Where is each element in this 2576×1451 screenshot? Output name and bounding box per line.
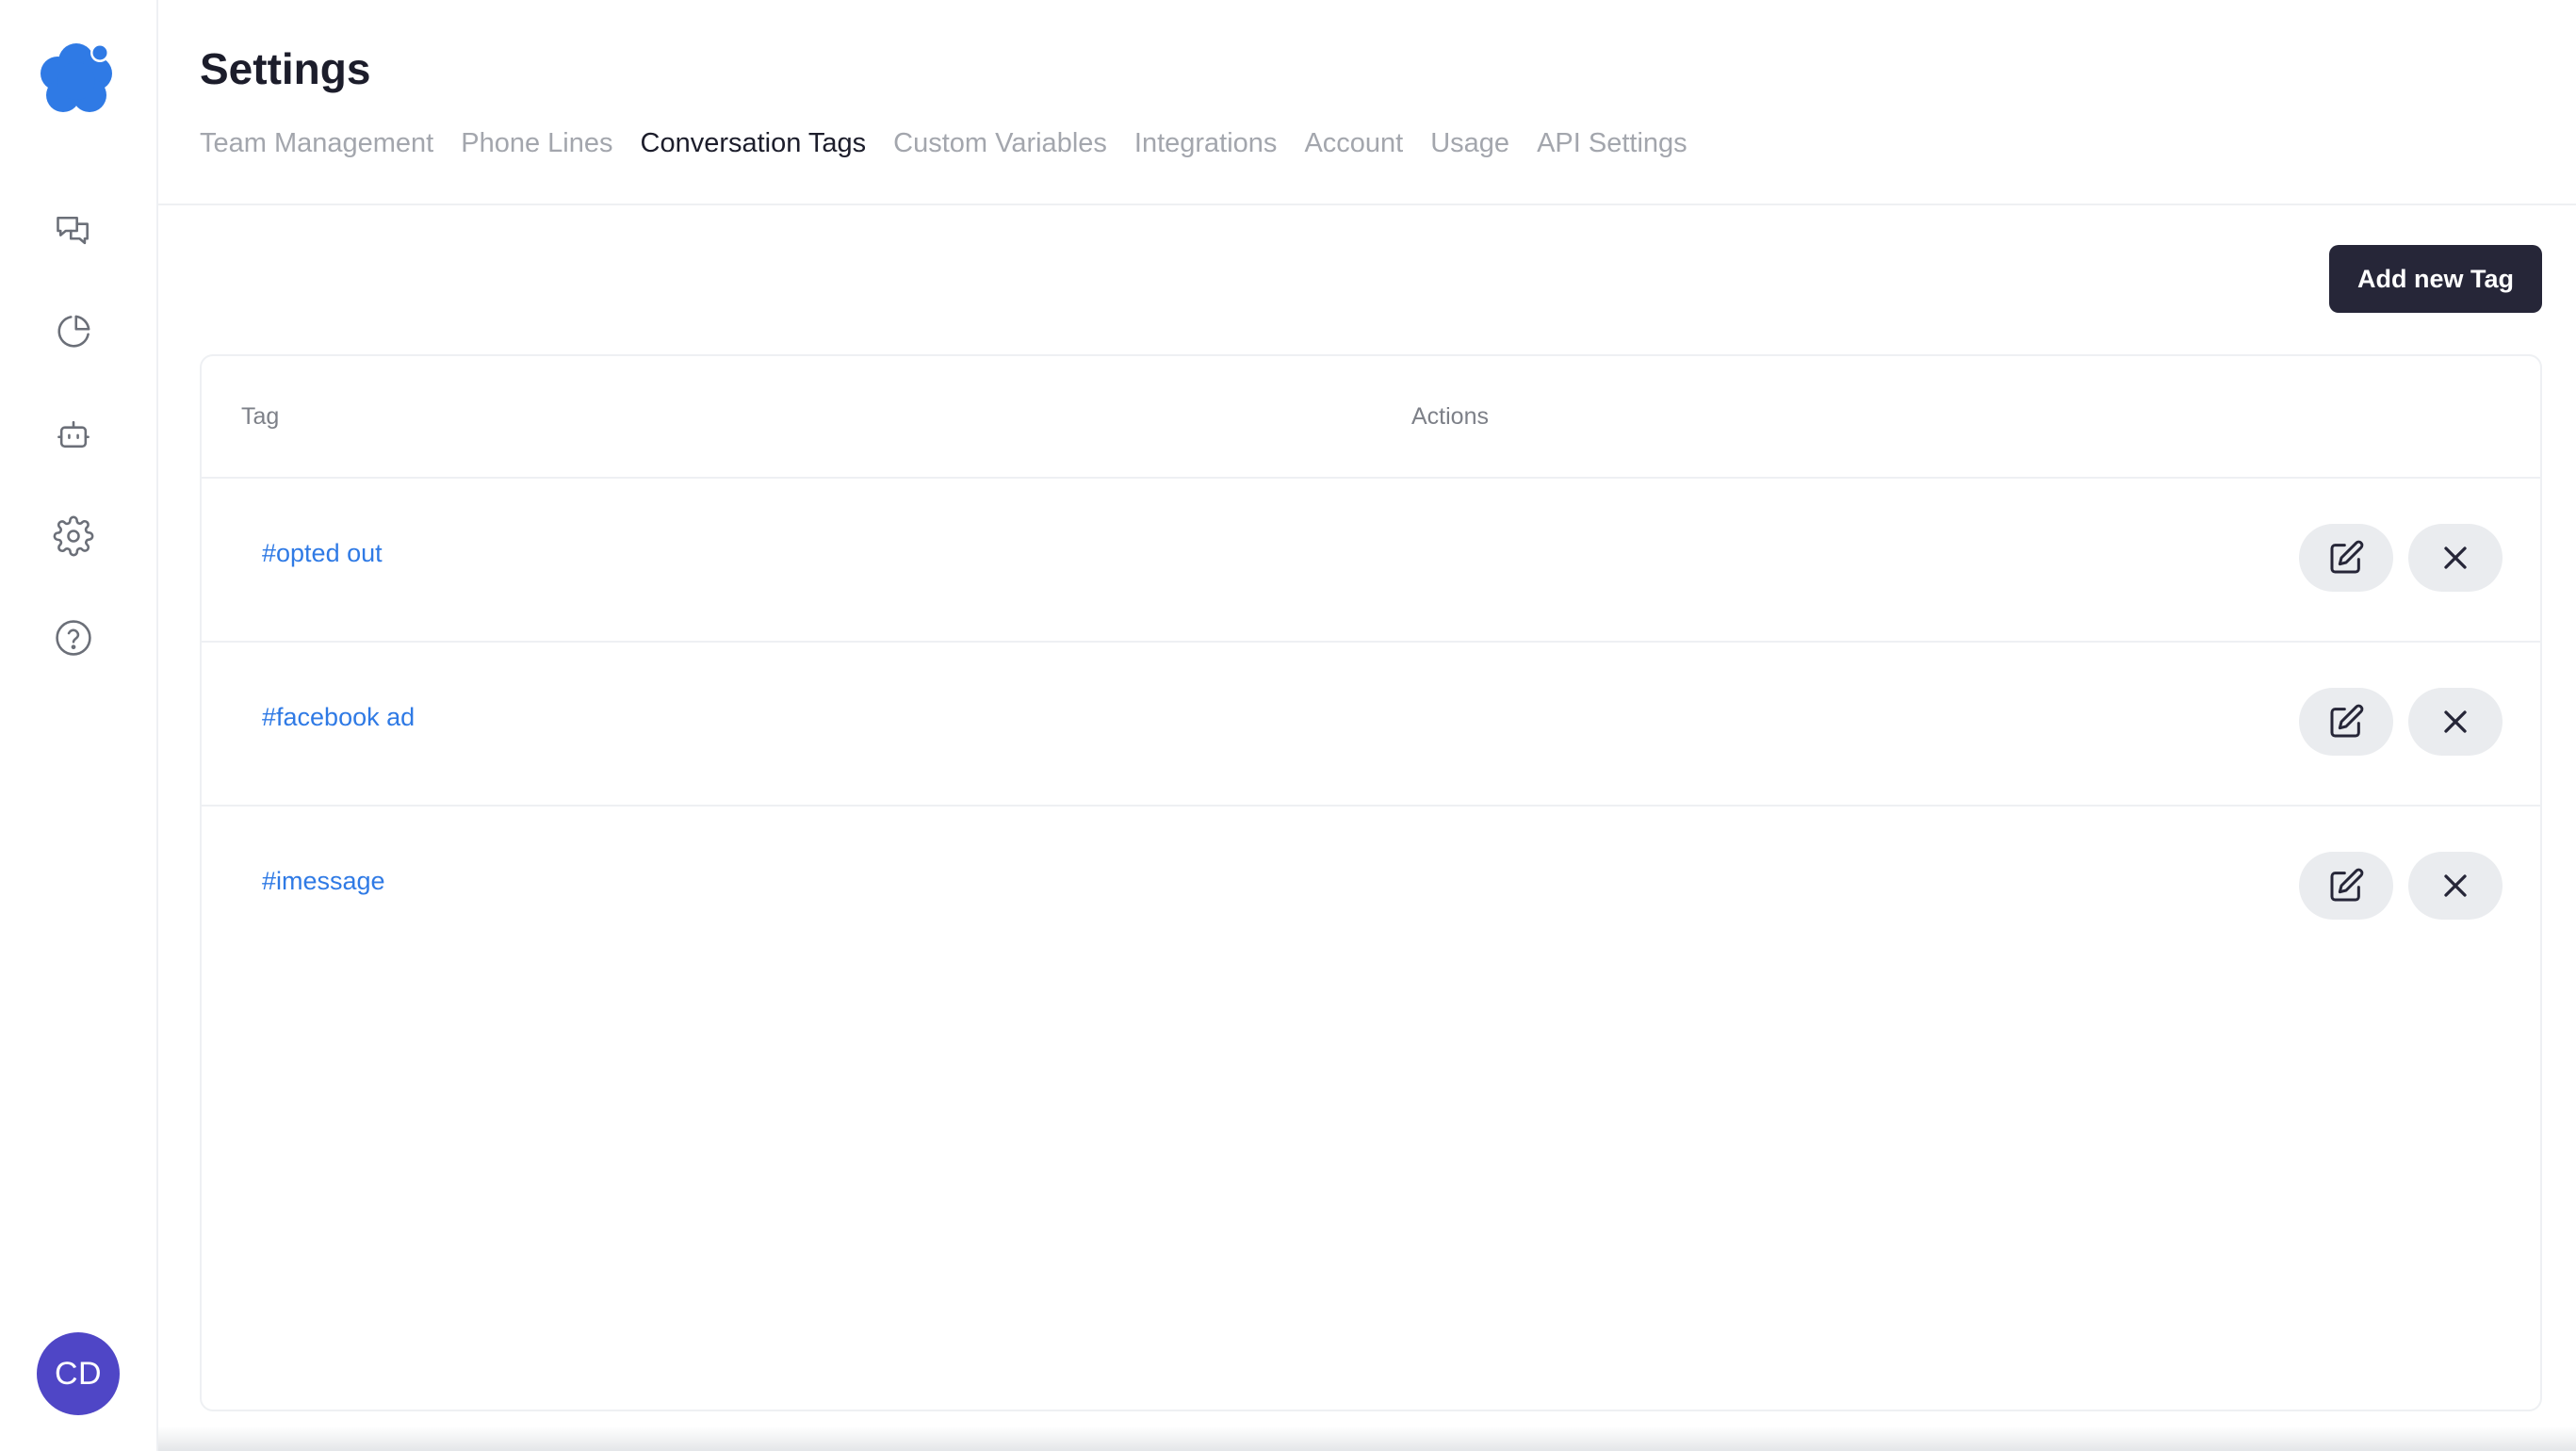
column-header-tag: Tag [241,403,280,430]
sidebar-item-bots[interactable] [51,412,96,457]
delete-tag-button[interactable] [2408,524,2503,592]
sidebar-item-analytics[interactable] [51,309,96,354]
close-icon [2444,874,2467,897]
sidebar-item-conversations[interactable] [51,208,96,253]
avatar[interactable]: CD [37,1332,120,1415]
app-root: CD Settings Team Management Phone Lines … [0,0,2576,1451]
tab-integrations[interactable]: Integrations [1134,128,1278,159]
column-header-actions: Actions [1411,403,1489,430]
chat-bubbles-icon [57,216,89,245]
table-header: Tag Actions [202,356,2540,479]
row-actions [2299,688,2503,756]
edit-icon [2330,540,2364,574]
tags-table: Tag Actions #opted out #facebook ad #ime… [200,354,2542,1411]
tab-account[interactable]: Account [1304,128,1403,159]
close-icon [2444,546,2467,569]
flower-logo-icon[interactable] [36,40,117,121]
table-row: #facebook ad [202,643,2540,807]
edit-tag-button[interactable] [2299,524,2393,592]
delete-tag-button[interactable] [2408,688,2503,756]
delete-tag-button[interactable] [2408,852,2503,920]
page-title: Settings [200,44,371,93]
tab-custom-variables[interactable]: Custom Variables [893,128,1107,159]
close-icon [2444,710,2467,733]
tag-link[interactable]: #opted out [262,539,383,568]
sidebar-item-settings[interactable] [51,514,96,559]
tab-usage[interactable]: Usage [1430,128,1509,159]
settings-tabs: Team Management Phone Lines Conversation… [200,128,1687,159]
tab-phone-lines[interactable]: Phone Lines [461,128,612,159]
row-actions [2299,524,2503,592]
table-row: #imessage [202,807,2540,970]
edit-icon [2330,704,2364,738]
bottom-shade [158,1427,2576,1451]
edit-icon [2330,868,2364,902]
page-header: Settings Team Management Phone Lines Con… [158,0,2576,205]
tag-link[interactable]: #imessage [262,867,385,896]
pie-chart-icon [57,315,90,348]
row-actions [2299,852,2503,920]
tag-link[interactable]: #facebook ad [262,703,415,732]
edit-tag-button[interactable] [2299,852,2393,920]
sidebar-item-help[interactable] [51,615,96,660]
edit-tag-button[interactable] [2299,688,2393,756]
gear-icon [53,515,94,557]
robot-icon [57,420,90,448]
sidebar: CD [0,0,158,1451]
tab-team-management[interactable]: Team Management [200,128,433,159]
help-circle-icon [56,620,91,656]
main-content: Settings Team Management Phone Lines Con… [158,0,2576,1451]
tab-api-settings[interactable]: API Settings [1537,128,1687,159]
tab-conversation-tags[interactable]: Conversation Tags [641,128,867,159]
table-row: #opted out [202,479,2540,643]
add-new-tag-button[interactable]: Add new Tag [2329,245,2542,313]
